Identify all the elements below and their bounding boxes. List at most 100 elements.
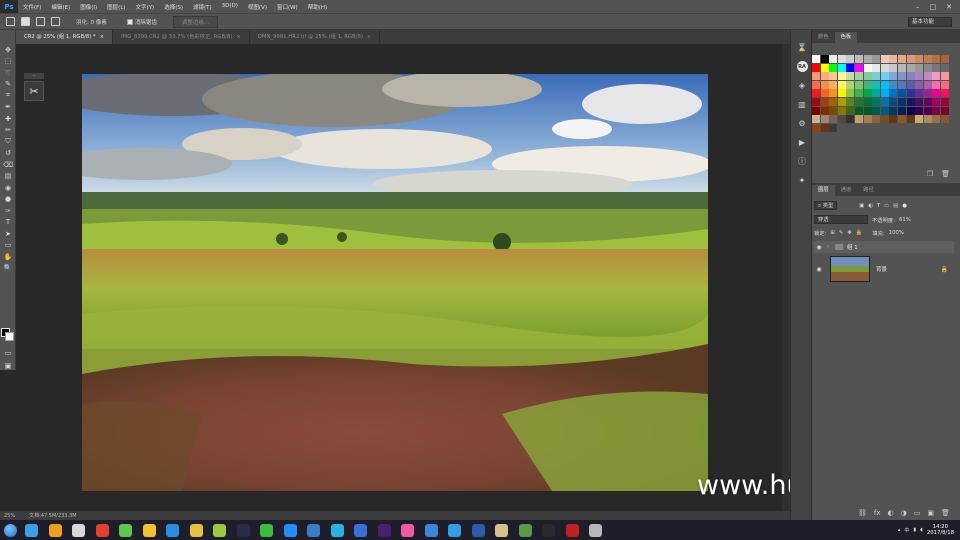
color-swatch[interactable] [880, 72, 889, 81]
document-image[interactable] [82, 74, 708, 491]
close-tab-icon[interactable]: × [367, 34, 371, 40]
color-swatch[interactable] [872, 115, 881, 124]
color-swatch[interactable] [829, 55, 838, 63]
subtract-selection-icon[interactable] [36, 17, 45, 26]
close-tab-icon[interactable]: × [236, 34, 240, 40]
color-swatch[interactable] [932, 80, 941, 89]
color-swatch[interactable] [906, 97, 915, 106]
color-swatch[interactable] [837, 123, 846, 132]
menu-item[interactable]: 帮助(H) [303, 3, 332, 11]
layer-row-group[interactable]: ◉ › 组 1 [814, 241, 954, 253]
color-swatch[interactable] [820, 72, 829, 81]
color-swatch[interactable] [940, 63, 949, 72]
color-swatch[interactable] [897, 115, 906, 124]
color-swatch[interactable] [880, 97, 889, 106]
color-swatch[interactable] [915, 97, 924, 106]
menu-item[interactable]: 编辑(E) [46, 3, 75, 11]
color-swatch[interactable] [915, 80, 924, 89]
folder-icon[interactable] [44, 520, 68, 540]
adjustment-icon[interactable]: ◑ [901, 509, 907, 517]
color-swatch[interactable] [940, 106, 949, 115]
chrome-icon[interactable] [138, 520, 162, 540]
menu-item[interactable]: 窗口(W) [272, 3, 303, 11]
explorer-icon[interactable] [490, 520, 514, 540]
color-swatch[interactable] [932, 72, 941, 81]
color-swatch[interactable] [854, 80, 863, 89]
start-button[interactable] [0, 520, 20, 540]
color-swatch[interactable] [923, 123, 932, 132]
color-swatch[interactable] [846, 63, 855, 72]
color-swatch[interactable] [863, 123, 872, 132]
color-swatch[interactable] [923, 80, 932, 89]
color-swatch[interactable] [812, 55, 820, 63]
browser-icon[interactable] [208, 520, 232, 540]
floating-tool-icon[interactable]: ✂ [24, 81, 44, 101]
tray-arrow-icon[interactable]: ▴ [898, 527, 901, 533]
word-icon[interactable] [467, 520, 491, 540]
color-swatch[interactable] [940, 123, 949, 132]
hand-icon[interactable]: ✋ [0, 251, 16, 263]
color-swatch[interactable] [812, 123, 820, 132]
color-swatch[interactable] [820, 89, 829, 98]
color-swatch[interactable] [897, 97, 906, 106]
color-swatch[interactable] [906, 80, 915, 89]
ie-icon[interactable] [279, 520, 303, 540]
trash-icon[interactable]: 🗑 [941, 509, 950, 517]
layer-row-background[interactable]: ◉ 背景 🔒 [814, 255, 954, 283]
color-swatch[interactable] [932, 89, 941, 98]
menu-item[interactable]: 滤镜(T) [188, 3, 217, 11]
menu-item[interactable]: 文字(Y) [131, 3, 160, 11]
color-swatch[interactable] [940, 72, 949, 81]
color-swatch[interactable] [923, 55, 932, 63]
color-swatch[interactable] [889, 63, 898, 72]
tab-paths[interactable]: 路径 [857, 185, 880, 196]
color-swatch[interactable] [940, 89, 949, 98]
color-swatch[interactable] [915, 123, 924, 132]
color-swatch[interactable] [829, 72, 838, 81]
profassor-icon[interactable] [514, 520, 538, 540]
color-swatch[interactable] [915, 115, 924, 124]
color-swatch[interactable] [837, 89, 846, 98]
color-swatch[interactable] [854, 72, 863, 81]
color-sampler-icon[interactable]: ✦ [791, 171, 813, 190]
group-icon[interactable]: ▭ [914, 509, 921, 517]
tab-document-3[interactable]: DMN_9981.HR2.tif @ 25% (组 1, RGB/8) × [250, 30, 381, 44]
color-swatch[interactable] [854, 123, 863, 132]
color-swatch[interactable] [932, 123, 941, 132]
opacity-value[interactable]: 61% [899, 217, 911, 223]
color-swatch[interactable] [829, 123, 838, 132]
type-icon[interactable]: T [0, 217, 16, 229]
browser2-icon[interactable] [255, 520, 279, 540]
color-swatch[interactable] [854, 89, 863, 98]
color-swatch[interactable] [906, 123, 915, 132]
color-swatch[interactable] [846, 72, 855, 81]
color-swatch[interactable] [863, 55, 872, 63]
kugou-icon[interactable] [302, 520, 326, 540]
color-swatch[interactable] [940, 115, 949, 124]
tab-swatches[interactable]: 色板 [834, 32, 858, 43]
misc-icon[interactable] [584, 520, 608, 540]
color-swatch[interactable] [889, 123, 898, 132]
color-swatch[interactable] [923, 63, 932, 72]
menu-item[interactable]: 视图(V) [243, 3, 272, 11]
color-swatch[interactable] [889, 55, 898, 63]
color-swatch[interactable] [915, 106, 924, 115]
photoshop-icon[interactable] [232, 520, 256, 540]
color-swatch[interactable] [854, 97, 863, 106]
color-swatch[interactable] [880, 123, 889, 132]
color-swatch[interactable] [863, 115, 872, 124]
color-swatch[interactable] [829, 80, 838, 89]
color-swatch[interactable] [846, 123, 855, 132]
bulb-icon[interactable] [185, 520, 209, 540]
color-swatch[interactable] [812, 80, 820, 89]
refine-edge-button[interactable]: 调整边缘... [172, 15, 219, 28]
color-swatch[interactable] [837, 63, 846, 72]
add-selection-icon[interactable] [21, 17, 30, 26]
lasso-icon[interactable]: ➰ [0, 67, 16, 79]
crop-icon[interactable]: ⌗ [0, 90, 16, 102]
vertical-scrollbar[interactable] [782, 44, 790, 511]
color-swatch[interactable] [820, 55, 829, 63]
color-swatch[interactable] [872, 63, 881, 72]
color-swatch[interactable] [880, 89, 889, 98]
color-swatch[interactable] [812, 97, 820, 106]
